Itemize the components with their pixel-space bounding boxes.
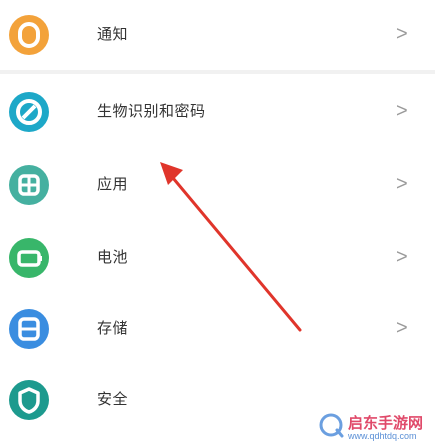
shield-icon: [9, 380, 49, 420]
chevron-right-icon: >: [396, 100, 408, 122]
settings-item-label: 安全: [97, 391, 129, 408]
settings-item-label: 生物识别和密码: [97, 103, 206, 120]
chevron-right-icon: >: [396, 317, 408, 339]
settings-item-biometrics-password[interactable]: 生物识别和密码 >: [0, 82, 435, 142]
watermark-logo-icon: [319, 413, 344, 438]
settings-item-label: 电池: [97, 249, 129, 266]
settings-item-battery[interactable]: 电池 >: [0, 228, 435, 288]
settings-item-label: 存储: [97, 320, 129, 337]
settings-item-notifications[interactable]: 通知 >: [0, 5, 435, 65]
settings-item-apps[interactable]: 应用 >: [0, 155, 435, 215]
lock-icon: [9, 92, 49, 132]
chevron-right-icon: >: [396, 23, 408, 45]
chevron-right-icon: >: [396, 173, 408, 195]
chevron-right-icon: >: [396, 246, 408, 268]
storage-icon: [9, 309, 49, 349]
battery-icon: [9, 238, 49, 278]
watermark: 启东手游网 www.qdhtdq.com: [318, 412, 433, 442]
apps-icon: [9, 165, 49, 205]
settings-item-label: 应用: [97, 176, 129, 193]
watermark-title: 启东手游网: [348, 415, 424, 432]
bell-icon: [9, 15, 49, 55]
watermark-url: www.qdhtdq.com: [348, 431, 417, 441]
settings-item-label: 通知: [97, 26, 129, 43]
settings-item-storage[interactable]: 存储 >: [0, 299, 435, 359]
settings-list: 通知 > 生物识别和密码 > 应用 > 电池 > 存储 > 安全: [0, 0, 435, 445]
